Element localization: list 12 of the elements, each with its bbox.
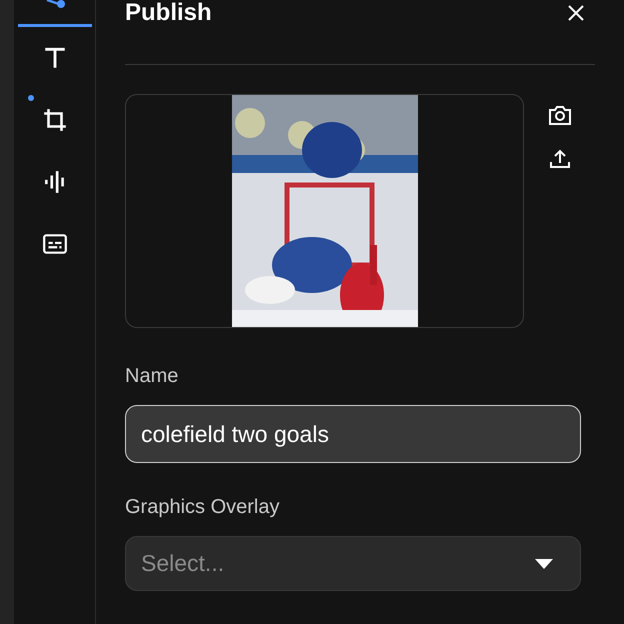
- panel-title: Publish: [125, 0, 212, 28]
- field-label: Graphics Overlay: [125, 495, 280, 519]
- select-placeholder: Select...: [141, 549, 224, 578]
- dropdown-caret-icon: [535, 558, 553, 568]
- overlay-select[interactable]: Select...: [125, 536, 581, 591]
- camera-icon[interactable]: [548, 104, 572, 126]
- close-icon[interactable]: [567, 4, 585, 22]
- name-input[interactable]: colefield two goals: [125, 405, 581, 463]
- tool-tab[interactable]: [18, 0, 92, 27]
- crop-icon: [42, 107, 68, 133]
- field-label: Name: [125, 364, 180, 388]
- upload-icon[interactable]: [549, 148, 571, 170]
